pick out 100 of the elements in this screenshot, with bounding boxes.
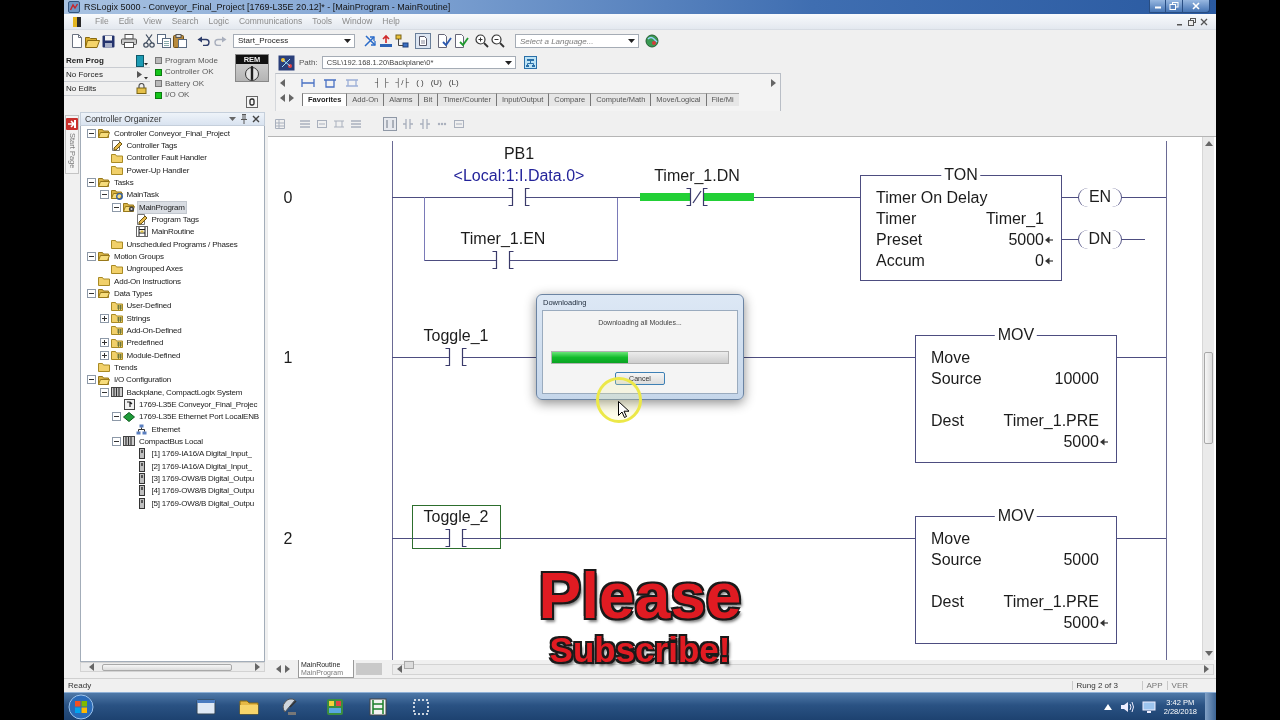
mode-dropdown-icon[interactable] [136,54,148,67]
tree-item[interactable]: Ungrouped Axes [125,263,184,275]
minimize-button[interactable] [1149,0,1166,13]
close-button[interactable] [1183,0,1210,13]
tree-item[interactable]: Unscheduled Programs / Phases [125,238,239,250]
restore-icon[interactable] [1188,17,1196,26]
tree-item[interactable]: Tasks [113,176,135,188]
scroll-down-icon[interactable] [1204,651,1213,656]
instruction-button[interactable]: (L) [448,78,459,88]
scroll-thumb[interactable] [1204,352,1213,444]
up-arrow-icon[interactable] [1103,703,1112,710]
open-folder-icon[interactable] [85,34,100,48]
window-icon[interactable] [195,696,216,717]
language-dropdown[interactable]: Select a Language... [515,34,639,48]
tree-item[interactable]: [1] 1769-IA16/A Digital_Input_ [150,448,253,460]
collapse-icon[interactable] [112,436,121,446]
tree-item[interactable]: User-Defined [125,300,173,312]
scroll-right-icon[interactable] [255,663,260,671]
save-icon[interactable] [102,34,115,48]
vertical-scrollbar[interactable] [1202,137,1214,660]
cut-icon[interactable] [143,34,155,48]
instruction-button[interactable]: ┤/├ [395,78,410,88]
scroll-right-icon[interactable] [771,79,776,87]
normally-open-contact[interactable] [446,251,560,269]
tree-item[interactable]: Add-On-Defined [125,324,183,336]
expand-icon[interactable] [99,313,109,323]
pin-icon[interactable] [240,114,248,124]
rung-icon[interactable] [301,77,315,89]
tree-item[interactable]: Motion Groups [113,250,165,262]
print-icon[interactable] [121,34,137,48]
tree-item[interactable]: Data Types [113,287,154,299]
copy-icon[interactable] [157,34,171,48]
tree-item[interactable]: Power-Up Handler [125,164,191,176]
tree-item[interactable]: Add-On Instructions [113,275,182,287]
collapse-icon[interactable] [99,190,109,200]
collapse-icon[interactable] [87,128,96,138]
tree-item[interactable]: [4] 1769-OW8/B Digital_Outpu [150,485,255,497]
monitor-icon[interactable] [1141,700,1156,713]
collapse-icon[interactable] [112,412,121,422]
tree-item[interactable]: Backplane, CompactLogix System [125,386,244,398]
collapse-icon[interactable] [87,375,96,385]
paste-icon[interactable] [173,34,187,48]
scroll-right-icon[interactable] [289,94,294,102]
scroll-left-icon[interactable] [89,663,94,671]
tree-item[interactable]: [3] 1769-OW8/B Digital_Outpu [150,472,255,484]
tree-item[interactable]: Controller Fault Handler [125,152,208,164]
network-tree-icon[interactable] [523,56,537,69]
restore-button[interactable] [1166,0,1183,13]
normally-open-contact[interactable] [462,188,576,206]
scroll-right-icon[interactable] [1204,665,1209,673]
undo-icon[interactable] [197,36,211,46]
scroll-thumb[interactable] [404,661,414,669]
document-check-icon[interactable] [437,34,452,48]
zoom-in-icon[interactable] [475,34,489,48]
tree-item[interactable]: Controller Tags [125,140,179,151]
collapse-icon[interactable] [87,288,96,298]
speaker-icon[interactable] [1119,700,1134,713]
module-tree-icon[interactable] [395,34,409,48]
tree-item[interactable]: 1769-L35E Ethernet Port LocalENB [138,411,260,423]
normally-open-contact[interactable] [399,529,513,547]
instruction-button[interactable]: (U) [430,78,442,88]
collapse-icon[interactable] [87,251,96,261]
app-menu-icon[interactable] [72,15,82,28]
dropdown-icon[interactable] [229,117,236,121]
scroll-up-icon[interactable] [1204,141,1213,146]
instruction-button[interactable]: ┤ ├ [375,78,389,88]
branch-icon[interactable] [323,77,337,89]
globe-icon[interactable] [645,34,659,48]
tree-item[interactable]: [5] 1769-OW8/B Digital_Outpu [150,497,255,509]
tree-item[interactable]: 1769-L35E Conveyor_Final_Projec [138,398,259,410]
scroll-thumb[interactable] [102,663,232,671]
dashed-square-icon[interactable] [410,696,431,717]
tree-item[interactable]: MainTask [125,189,160,201]
start-orb-icon[interactable] [68,693,94,720]
horizontal-scrollbar[interactable] [80,662,265,672]
colorful-app-icon[interactable] [324,696,345,717]
forces-status[interactable]: No Forces [66,69,103,80]
tree-item[interactable]: Strings [125,312,151,324]
expand-icon[interactable] [99,350,109,360]
normally-open-contact[interactable] [399,348,513,366]
tree-item[interactable]: Controller Conveyor_Final_Project [113,127,231,139]
tree-item[interactable]: MainProgram [138,201,186,213]
splitter-handle[interactable] [356,663,382,675]
padlock-icon[interactable] [136,83,148,94]
tree-item[interactable]: Program Tags [150,213,200,225]
scroll-left-icon[interactable] [276,665,281,673]
close-icon[interactable] [1200,17,1208,26]
tree-item[interactable]: Ethernet [150,423,182,435]
scroll-left-icon[interactable] [397,665,402,673]
network-icon[interactable] [278,54,295,71]
expand-icon[interactable] [99,338,109,348]
collapse-icon[interactable] [99,387,109,397]
rounded-bar-icon[interactable] [246,96,258,108]
ladder-app-icon[interactable] [367,696,388,717]
scroll-right-icon[interactable] [285,665,290,673]
tree-item[interactable]: Module-Defined [125,349,182,361]
document-check-icon[interactable] [454,34,469,48]
tree-item[interactable]: [2] 1769-IA16/A Digital_Input_ [150,460,253,472]
play-dropdown-icon[interactable] [136,69,148,80]
tree-item[interactable]: CompactBus Local [138,435,204,447]
